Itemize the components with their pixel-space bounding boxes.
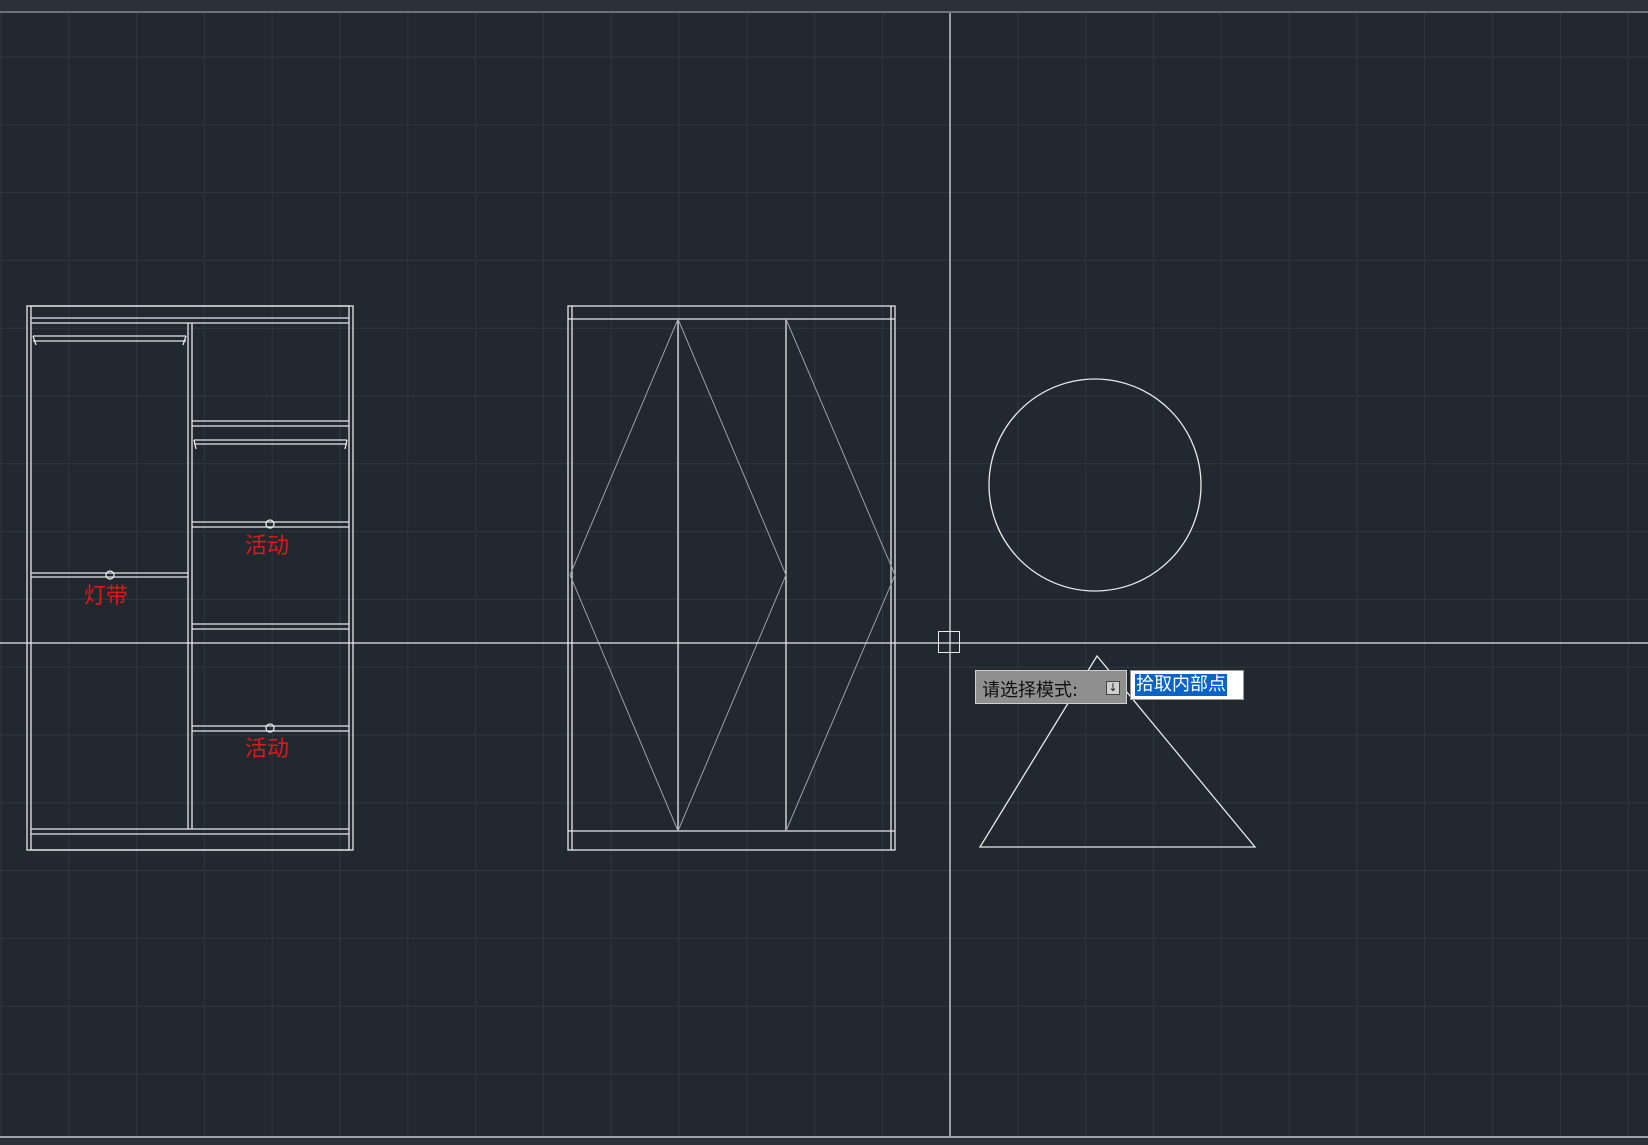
grid-lines xyxy=(0,12,1648,1136)
down-arrow-icon[interactable]: ↓ xyxy=(1106,681,1120,695)
prompt-label: 请选择模式: xyxy=(982,680,1079,701)
annotation-movable-lower: 活动 xyxy=(245,737,290,762)
wardrobe-left-outer-frame xyxy=(26,305,354,851)
wardrobe-left[interactable] xyxy=(26,305,354,851)
annotation-movable-upper: 活动 xyxy=(245,534,290,559)
drawing-canvas[interactable]: 灯带 活动 活动 请选择模式: ↓ 拾取内部点 xyxy=(0,0,1648,1145)
command-prompt[interactable]: 请选择模式: ↓ xyxy=(975,670,1127,704)
top-toolbar-edge xyxy=(0,0,1648,13)
wardrobe-middle-outer-frame xyxy=(567,305,896,851)
annotation-light-strip: 灯带 xyxy=(84,584,129,609)
crosshair-pickbox-icon xyxy=(938,631,960,653)
bottom-status-edge xyxy=(0,1136,1648,1145)
wardrobe-middle[interactable] xyxy=(567,305,896,851)
cad-drawing[interactable] xyxy=(0,0,1648,1143)
circle-shape[interactable] xyxy=(988,378,1202,592)
crosshair-cursor xyxy=(0,12,1648,1136)
wardrobe-left-inner-frame xyxy=(30,305,350,851)
command-input[interactable]: 拾取内部点 xyxy=(1130,670,1244,700)
command-input-value: 拾取内部点 xyxy=(1135,674,1227,696)
